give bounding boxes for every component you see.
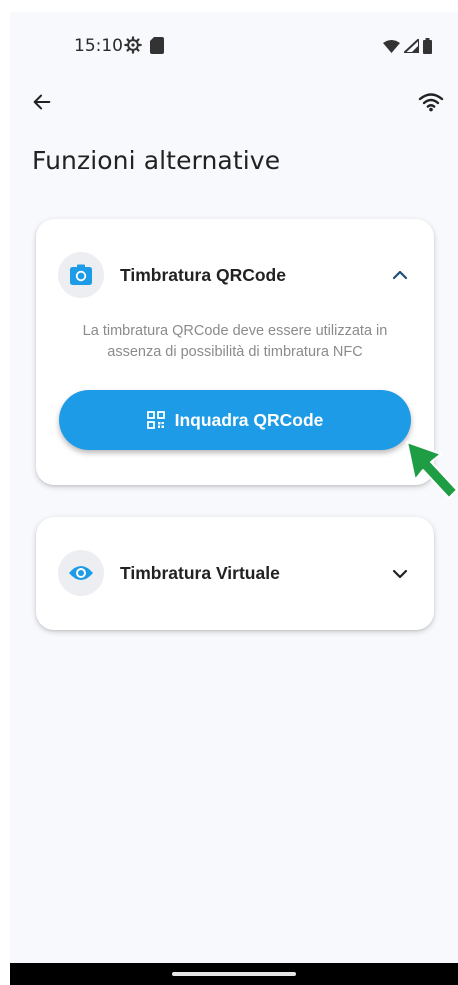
eye-icon — [69, 566, 93, 580]
qr-card-title: Timbratura QRCode — [120, 265, 286, 285]
system-nav-bar — [10, 963, 458, 985]
camera-icon — [70, 264, 92, 285]
app-bar — [10, 82, 458, 122]
status-bar: 15:10 — [10, 12, 458, 56]
qr-card-header[interactable]: Timbratura QRCode — [36, 219, 434, 319]
scan-qrcode-button[interactable]: Inquadra QRCode — [59, 390, 411, 450]
app-screen: 15:10 Funzioni alternative Timbratura QR… — [10, 12, 458, 985]
virtual-card-header[interactable]: Timbratura Virtuale — [36, 517, 434, 630]
chevron-up-icon — [392, 270, 408, 280]
wifi-icon — [418, 93, 444, 112]
qr-code-icon — [146, 411, 165, 429]
cell-signal-icon — [404, 39, 419, 53]
status-time: 15:10 — [74, 36, 123, 56]
virtual-card-chevron[interactable] — [388, 562, 412, 586]
qr-card-icon-wrapper — [58, 252, 104, 298]
sim-card-icon — [150, 36, 164, 54]
qr-card: Timbratura QRCode La timbratura QRCode d… — [36, 219, 434, 485]
wifi-signal-icon — [383, 39, 400, 53]
arrow-back-icon — [33, 94, 51, 110]
wifi-status-button[interactable] — [416, 88, 446, 116]
virtual-card: Timbratura Virtuale — [36, 517, 434, 630]
settings-gear-icon — [124, 36, 142, 54]
virtual-card-title: Timbratura Virtuale — [120, 563, 280, 583]
status-left-icons — [124, 36, 164, 54]
back-button[interactable] — [28, 88, 56, 116]
virtual-card-icon-wrapper — [58, 550, 104, 596]
pointer-arrow-icon — [406, 441, 458, 499]
home-gesture-handle[interactable] — [172, 972, 296, 976]
page-title: Funzioni alternative — [32, 146, 281, 175]
status-right-icons — [383, 38, 432, 54]
chevron-down-icon — [392, 569, 408, 579]
qr-card-chevron[interactable] — [388, 263, 412, 287]
qr-card-description: La timbratura QRCode deve essere utilizz… — [82, 323, 388, 360]
battery-icon — [423, 38, 432, 54]
scan-qrcode-button-label: Inquadra QRCode — [174, 409, 324, 430]
